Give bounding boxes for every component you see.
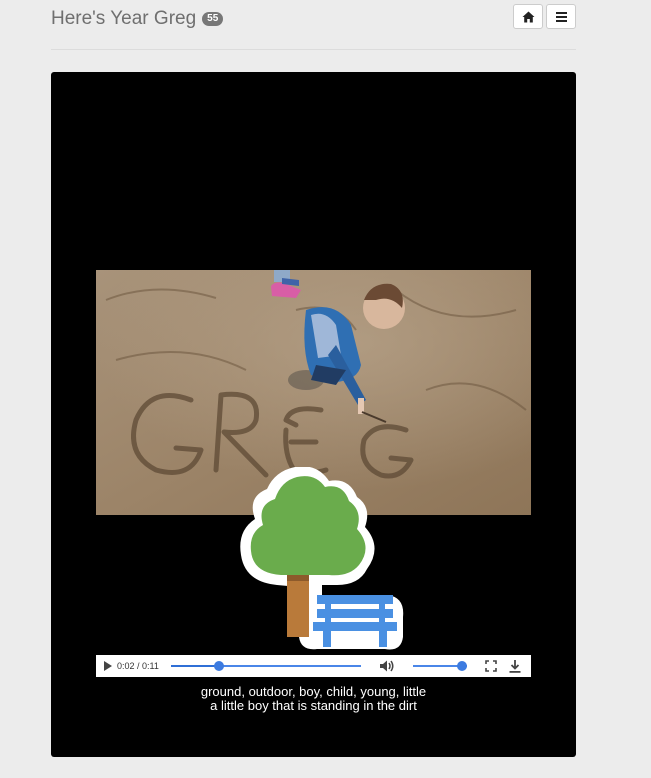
volume-slider[interactable] [413,661,467,671]
video-controls: 0:02 / 0:11 [96,655,531,677]
play-icon[interactable] [104,661,112,671]
hamburger-menu-icon [555,11,567,22]
media-card: 0:02 / 0:11 ground, outdoor, boy, child,… [51,72,576,757]
home-icon [522,11,534,22]
fullscreen-icon[interactable] [485,660,497,672]
seek-bar[interactable] [171,661,361,671]
seek-progress [171,665,219,667]
download-icon[interactable] [509,659,521,673]
header-divider [51,49,576,50]
page-header: Here's Year Greg 55 [51,0,576,50]
home-button[interactable] [513,4,543,29]
volume-icon[interactable] [379,659,395,673]
time-display: 0:02 / 0:11 [117,661,159,671]
menu-button[interactable] [546,4,576,29]
count-badge: 55 [202,12,224,26]
caption-tags: ground, outdoor, boy, child, young, litt… [200,684,427,699]
image-caption: ground, outdoor, boy, child, young, litt… [51,685,576,713]
page-title: Here's Year Greg 55 [51,8,224,30]
volume-thumb[interactable] [456,661,467,671]
park-tree-bench-icon [240,467,404,650]
seek-thumb[interactable] [213,661,224,671]
page-title-text: Here's Year Greg [51,8,197,29]
caption-description: a little boy that is standing in the dir… [210,698,417,713]
